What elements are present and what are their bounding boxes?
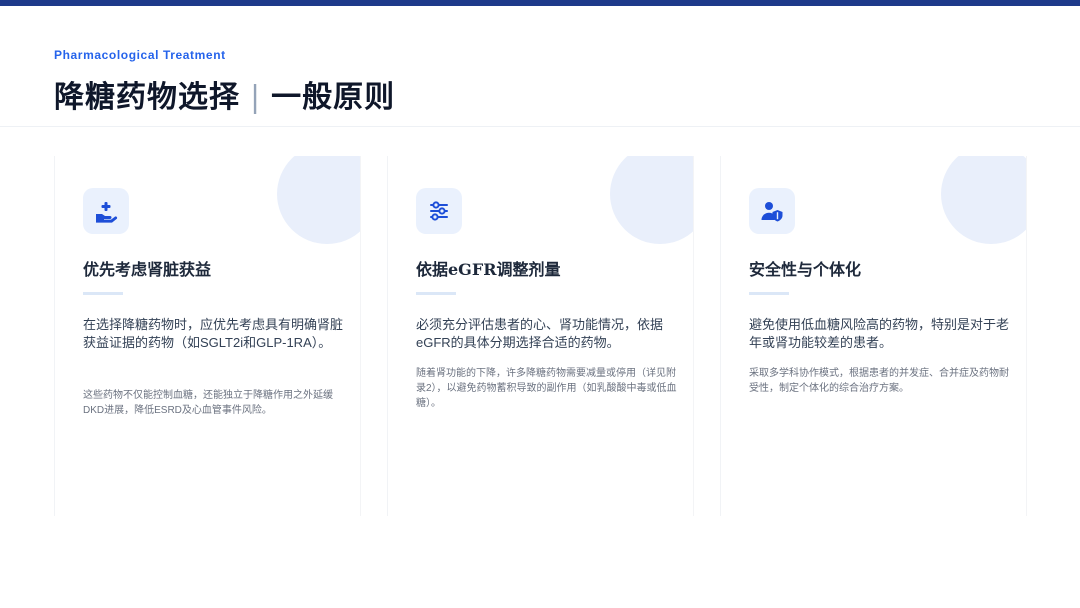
- top-accent-bar: [0, 0, 1080, 6]
- title-separator: |: [250, 80, 262, 115]
- card-description: 必须充分评估患者的心、肾功能情况，依据eGFR的具体分期选择合适的药物。: [416, 317, 664, 350]
- decorative-circle: [277, 156, 361, 244]
- card-safety-individualization: 安全性与个体化 避免使用低血糖风险高的药物，特别是对于老年或肾功能较差的患者。 …: [720, 156, 1027, 516]
- sliders-icon: [416, 188, 462, 234]
- title-sub: 一般原则: [271, 80, 396, 115]
- title-underline: [749, 292, 789, 295]
- section-eyebrow: Pharmacological Treatment: [54, 48, 226, 62]
- card-title: 安全性与个体化: [749, 260, 862, 279]
- user-shield-icon: [749, 188, 795, 234]
- decorative-circle: [941, 156, 1027, 244]
- page-title: 降糖药物选择 | 一般原则: [54, 72, 395, 116]
- card-title: 依据eGFR调整剂量: [416, 260, 561, 279]
- card-egfr-dosing: 依据eGFR调整剂量 必须充分评估患者的心、肾功能情况，依据eGFR的具体分期选…: [387, 156, 694, 516]
- card-description: 避免使用低血糖风险高的药物，特别是对于老年或肾功能较差的患者。: [749, 317, 1010, 350]
- card-note: 随着肾功能的下降，许多降糖药物需要减量或停用（详见附录2），以避免药物蓄积导致的…: [416, 368, 677, 409]
- card-note: 这些药物不仅能控制血糖，还能独立于降糖作用之外延缓DKD进展，降低ESRD及心血…: [83, 390, 333, 416]
- page-header: Pharmacological Treatment 降糖药物选择 | 一般原则: [54, 48, 395, 116]
- card-title: 优先考虑肾脏获益: [83, 260, 212, 279]
- title-underline: [83, 292, 123, 295]
- card-note: 采取多学科协作模式，根据患者的并发症、合并症及药物耐受性，制定个体化的综合治疗方…: [749, 368, 1009, 394]
- hand-medical-icon: [83, 188, 129, 234]
- principle-cards: 优先考虑肾脏获益 在选择降糖药物时，应优先考虑具有明确肾脏获益证据的药物（如SG…: [54, 156, 1027, 516]
- title-underline: [416, 292, 456, 295]
- title-main: 降糖药物选择: [54, 80, 240, 115]
- card-renal-benefit: 优先考虑肾脏获益 在选择降糖药物时，应优先考虑具有明确肾脏获益证据的药物（如SG…: [54, 156, 361, 516]
- decorative-circle: [610, 156, 694, 244]
- header-divider: [0, 126, 1080, 127]
- card-description: 在选择降糖药物时，应优先考虑具有明确肾脏获益证据的药物（如SGLT2i和GLP-…: [83, 317, 344, 350]
